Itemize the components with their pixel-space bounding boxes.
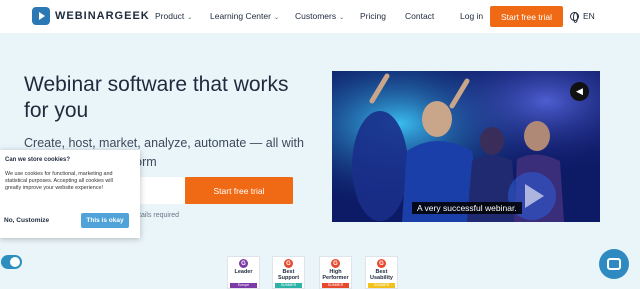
nav-customers[interactable]: Customers ⌄ xyxy=(295,11,344,21)
g2-badge-best-usability: G Best Usability SUMMER 2023 xyxy=(365,256,398,289)
g2-badge-leader: G Leader Europe xyxy=(227,256,260,289)
logo[interactable]: WEBINARGEEK xyxy=(32,7,150,25)
brand-name: WEBINARGEEK xyxy=(55,10,150,22)
nav-pricing[interactable]: Pricing xyxy=(360,11,386,21)
nav-learning-center[interactable]: Learning Center ⌄ xyxy=(210,11,279,21)
language-label: EN xyxy=(583,11,595,21)
cookie-customize-button[interactable]: No, Customize xyxy=(4,217,49,224)
g2-badge-high-performer: G High Performer SUMMER 2023 xyxy=(319,256,352,289)
chevron-down-icon: ⌄ xyxy=(339,15,345,21)
globe-icon xyxy=(570,11,579,23)
nav-product[interactable]: Product ⌄ xyxy=(155,11,192,21)
chevron-down-icon: ⌄ xyxy=(187,15,193,21)
g2-logo-icon: G xyxy=(377,259,386,268)
start-free-trial-button[interactable]: Start free trial xyxy=(490,6,563,27)
play-logo-icon xyxy=(32,7,50,25)
nav-contact[interactable]: Contact xyxy=(405,11,434,21)
speaker-icon[interactable]: ◀ xyxy=(570,82,589,101)
login-link[interactable]: Log in xyxy=(460,11,483,21)
g2-logo-icon: G xyxy=(331,259,340,268)
site-header: WEBINARGEEK Product ⌄ Learning Center ⌄ Cu… xyxy=(0,0,640,33)
hero-hint-text: tails required xyxy=(139,212,180,219)
chevron-down-icon: ⌄ xyxy=(273,15,279,21)
g2-logo-icon: G xyxy=(284,259,293,268)
cookie-settings-toggle[interactable] xyxy=(1,255,22,269)
g2-badge-best-support: G Best Support SUMMER 2023 xyxy=(272,256,305,289)
cookie-accept-button[interactable]: This is okay xyxy=(81,213,129,228)
video-caption: A very successful webinar. xyxy=(412,202,522,214)
hero-start-free-trial-button[interactable]: Start free trial xyxy=(185,177,293,204)
email-input[interactable] xyxy=(138,177,185,204)
cookie-title: Can we store cookies? xyxy=(5,157,71,163)
chat-icon xyxy=(607,258,621,270)
cookie-body: We use cookies for functional, marketing… xyxy=(5,171,113,191)
chat-button[interactable] xyxy=(599,249,629,279)
hero-video[interactable] xyxy=(332,71,600,222)
hero-headline: Webinar software that works for you xyxy=(24,73,289,122)
g2-logo-icon: G xyxy=(239,259,248,268)
language-selector[interactable]: EN xyxy=(570,11,595,23)
video-frame-image xyxy=(332,71,600,222)
